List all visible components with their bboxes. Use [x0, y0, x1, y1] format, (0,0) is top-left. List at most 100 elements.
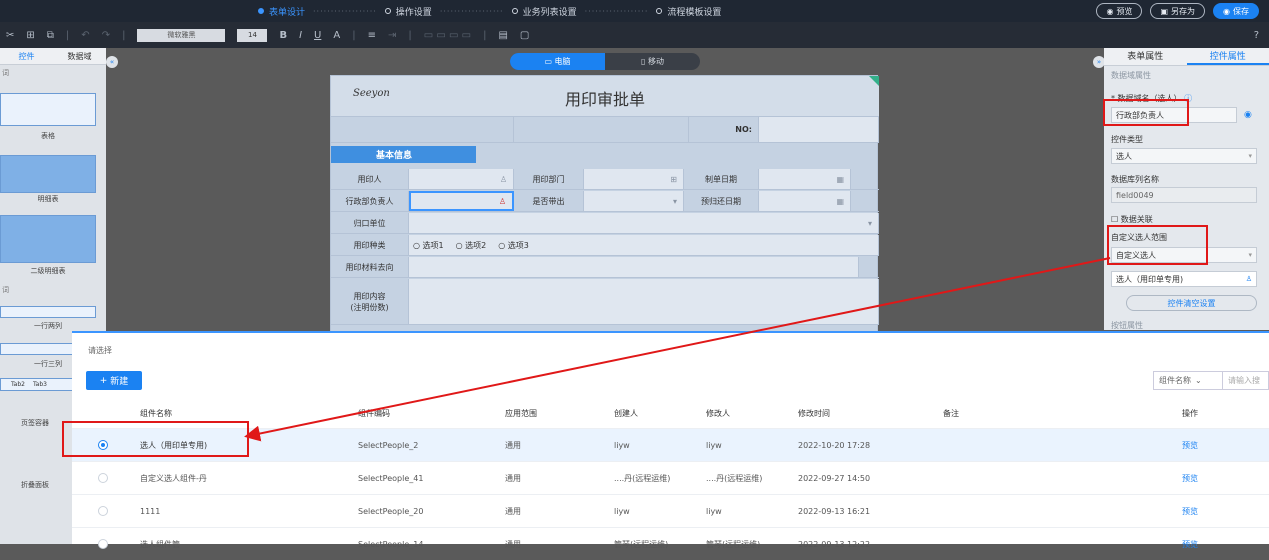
step-list[interactable]: 业务列表设置··················	[512, 5, 657, 18]
cut-icon[interactable]: ✂	[6, 30, 14, 41]
border-icon[interactable]: ▤	[498, 30, 507, 41]
form-cell[interactable]	[331, 117, 514, 142]
collapse-left-icon[interactable]: «	[106, 56, 118, 68]
section-basic-info[interactable]: 基本信息	[331, 146, 476, 163]
preview-button[interactable]: ◉预览	[1096, 3, 1142, 19]
pc-view-label: 电脑	[555, 56, 571, 67]
return-date-field[interactable]: ▦	[759, 191, 851, 211]
tab-control-props[interactable]: 控件属性	[1187, 48, 1269, 65]
owner-unit-select[interactable]: ▾	[409, 213, 879, 233]
row-radio[interactable]	[98, 473, 108, 483]
field-label: 归口单位	[331, 213, 409, 233]
new-button[interactable]: +新建	[86, 371, 142, 390]
row-radio[interactable]	[98, 539, 108, 549]
table-icon[interactable]: ⊞	[26, 30, 34, 41]
field-label: 行政部负责人	[331, 191, 409, 211]
person-icon: ♙	[500, 175, 507, 184]
step-nav: 表单设计·················· 操作设置·············…	[258, 0, 721, 22]
col-code: 组件编码	[358, 398, 390, 428]
field-label: 制单日期	[684, 169, 759, 189]
cell-creator: liyw	[614, 429, 630, 461]
divider: |	[483, 30, 486, 41]
radio-option[interactable]: ○ 选项3	[498, 240, 529, 251]
table-label: 表格	[0, 131, 96, 141]
radio-option[interactable]: ○ 选项2	[456, 240, 487, 251]
chevron-down-icon: ▾	[1248, 152, 1252, 160]
left-section-title: 词	[0, 285, 9, 295]
save-button[interactable]: ◉保存	[1213, 3, 1259, 19]
preview-link[interactable]: 预览	[1182, 528, 1198, 560]
font-size-select[interactable]: 14	[237, 29, 267, 42]
sub-detail-preview[interactable]	[0, 215, 96, 263]
department-field[interactable]: ⊞	[584, 169, 684, 189]
table-row[interactable]: 选人（用印单专用) SelectPeople_2 通用 liyw liyw 20…	[72, 428, 1269, 461]
cell-scope: 通用	[505, 462, 521, 494]
cell-modifier: liyw	[706, 495, 722, 527]
align-icon[interactable]: ≡	[368, 30, 376, 41]
step-label: 流程模板设置	[667, 5, 721, 18]
table-control-preview[interactable]	[0, 93, 96, 126]
font-color-button[interactable]: A	[333, 30, 340, 41]
table-row[interactable]: 自定义选人组件-丹 SelectPeople_41 通用 ....丹(远程运维)…	[72, 461, 1269, 494]
row-radio[interactable]	[98, 506, 108, 516]
paste-icon[interactable]: ⧉	[47, 30, 54, 41]
picked-component-field[interactable]: 选人（用印单专用)♙	[1111, 271, 1257, 287]
indent-icon[interactable]: ⇥	[388, 30, 396, 41]
tab-form-props[interactable]: 表单属性	[1104, 48, 1187, 65]
assoc-label: 数据关联	[1121, 215, 1153, 224]
field-label: 是否带出	[514, 191, 584, 211]
person-field[interactable]: ♙	[409, 169, 514, 189]
sub-detail-label: 二级明细表	[0, 266, 96, 276]
mobile-view-button[interactable]: ▯ 移动	[605, 53, 700, 70]
field-label: 用印内容 (注明份数)	[331, 279, 409, 324]
chevron-down-icon: ⌄	[1195, 376, 1202, 385]
radio-icon[interactable]: ◉	[1244, 110, 1252, 120]
content-field[interactable]	[409, 279, 879, 324]
form-title[interactable]: 用印审批单	[331, 86, 879, 110]
search-input[interactable]: 请输入搜	[1222, 371, 1269, 390]
detail-table-label: 明细表	[0, 194, 96, 204]
tab-preview-label: Tab3	[33, 381, 47, 388]
one-row-two-col-preview[interactable]	[0, 306, 96, 318]
preview-link[interactable]: 预览	[1182, 429, 1198, 461]
pc-view-button[interactable]: ▭ 电脑	[510, 53, 605, 70]
radio-option[interactable]: ○ 选项1	[413, 240, 444, 251]
cell-time: 2022-10-20 17:28	[798, 429, 870, 461]
admin-head-field[interactable]: ♙	[409, 191, 514, 211]
type-select[interactable]: 选人▾	[1111, 148, 1257, 164]
top-bar: 表单设计·················· 操作设置·············…	[0, 0, 1269, 22]
step-form-design[interactable]: 表单设计··················	[258, 5, 385, 18]
more-props-title: 按钮属性	[1111, 320, 1143, 331]
step-operation[interactable]: 操作设置··················	[385, 5, 512, 18]
data-assoc-checkbox[interactable]: ☐ 数据关联	[1111, 214, 1153, 225]
preview-link[interactable]: 预览	[1182, 462, 1198, 494]
no-field[interactable]	[759, 117, 879, 142]
right-tabs: 表单属性 控件属性	[1104, 48, 1269, 66]
merge-icon[interactable]: ▭ ▭ ▭ ▭	[424, 30, 471, 41]
help-icon[interactable]: ?	[1254, 30, 1259, 41]
save-as-button[interactable]: ▣另存为	[1150, 3, 1205, 19]
table-row[interactable]: 1111 SelectPeople_20 通用 liyw liyw 2022-0…	[72, 494, 1269, 527]
step-flow[interactable]: 流程模板设置	[656, 5, 721, 18]
undo-icon[interactable]: ↶	[81, 30, 89, 41]
clear-settings-button[interactable]: 控件清空设置	[1126, 295, 1257, 311]
redo-icon[interactable]: ↷	[102, 30, 110, 41]
detail-table-preview[interactable]	[0, 155, 96, 193]
italic-button[interactable]: I	[299, 30, 302, 41]
underline-button[interactable]: U	[314, 30, 321, 41]
search-field-select[interactable]: 组件名称⌄	[1153, 371, 1223, 390]
font-family-select[interactable]: 微软雅黑	[137, 29, 225, 42]
preview-link[interactable]: 预览	[1182, 495, 1198, 527]
form-row: 用印材料去向	[331, 257, 879, 278]
frame-icon[interactable]: ▢	[520, 30, 529, 41]
form-cell[interactable]	[514, 117, 689, 142]
bold-button[interactable]: B	[279, 30, 287, 41]
date-field[interactable]: ▦	[759, 169, 851, 189]
select-component-modal: 请选择 +新建 组件名称⌄ 请输入搜 组件名称 组件编码 应用范围 创建人 修改…	[72, 331, 1269, 544]
tab-controls[interactable]: 控件	[0, 48, 53, 64]
tab-data-domain[interactable]: 数据域	[53, 48, 106, 64]
cell-name: 自定义选人组件-丹	[140, 462, 207, 494]
step-dot-icon	[258, 8, 264, 14]
carry-out-select[interactable]: ▾	[584, 191, 684, 211]
material-field[interactable]	[409, 257, 859, 277]
